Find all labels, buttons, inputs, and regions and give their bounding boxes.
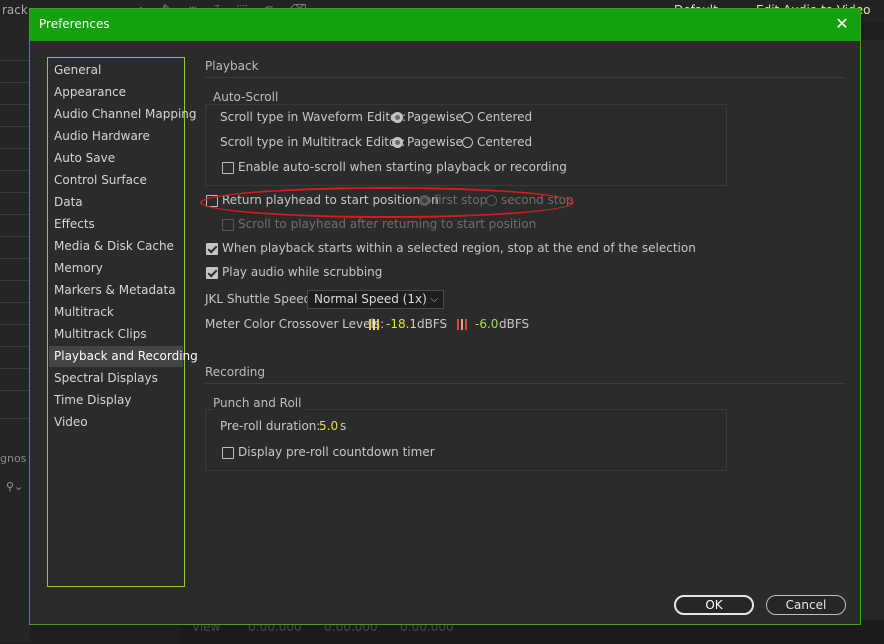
first-stop-radio[interactable] <box>419 195 430 206</box>
jkl-speed-label: JKL Shuttle Speed: <box>205 292 316 306</box>
enable-autoscroll-label[interactable]: Enable auto-scroll when starting playbac… <box>238 160 567 174</box>
enable-autoscroll-checkbox[interactable] <box>222 162 234 174</box>
jkl-speed-value: Normal Speed (1x) <box>314 292 427 306</box>
meter-red-value[interactable]: -6.0 <box>475 317 498 331</box>
meter-yellow-unit: dBFS <box>417 317 448 331</box>
play-audio-scrubbing-label[interactable]: Play audio while scrubbing <box>222 265 382 279</box>
multitrack-scroll-label: Scroll type in Multitrack Editor: <box>220 135 406 149</box>
second-stop-label[interactable]: second stop <box>501 193 574 207</box>
return-playhead-checkbox[interactable] <box>206 195 218 207</box>
panel-tab-label: rack <box>2 3 28 17</box>
waveform-pagewise-label[interactable]: Pagewise <box>407 110 463 124</box>
section-divider <box>205 383 845 384</box>
section-title-recording: Recording <box>205 365 266 379</box>
meter-yellow-value[interactable]: -18.1 <box>386 317 417 331</box>
scroll-to-playhead-checkbox[interactable] <box>222 219 234 231</box>
preroll-label: Pre-roll duration: <box>220 419 321 433</box>
autoscroll-group-label: Auto-Scroll <box>213 90 283 104</box>
waveform-scroll-label: Scroll type in Waveform Editor: <box>220 110 407 124</box>
stop-at-end-label[interactable]: When playback starts within a selected r… <box>222 241 696 255</box>
waveform-pagewise-radio[interactable] <box>392 112 403 123</box>
preroll-countdown-label[interactable]: Display pre-roll countdown timer <box>238 445 435 459</box>
preroll-value[interactable]: 5.0 <box>319 419 338 433</box>
search-icon[interactable]: ⚲⌄ <box>6 480 23 493</box>
section-divider <box>205 77 845 78</box>
punch-roll-group-label: Punch and Roll <box>213 396 306 410</box>
right-panel <box>862 40 884 630</box>
meter-yellow-icon <box>369 319 379 330</box>
return-playhead-label[interactable]: Return playhead to start position on <box>222 193 439 207</box>
waveform-centered-label[interactable]: Centered <box>477 110 532 124</box>
preroll-unit: s <box>340 419 347 433</box>
chevron-down-icon: ⌵ <box>430 294 438 305</box>
multitrack-centered-radio[interactable] <box>462 137 473 148</box>
left-panel: gnos ⚲⌄ <box>0 22 30 642</box>
multitrack-pagewise-label[interactable]: Pagewise <box>407 135 463 149</box>
second-stop-radio[interactable] <box>486 195 497 206</box>
multitrack-pagewise-radio[interactable] <box>392 137 403 148</box>
cancel-button[interactable]: Cancel <box>766 595 846 615</box>
stop-at-end-checkbox[interactable] <box>206 243 218 255</box>
preferences-dialog: Preferences ✕ General Appearance Audio C… <box>29 8 861 625</box>
meter-red-unit: dBFS <box>499 317 530 331</box>
scroll-to-playhead-label[interactable]: Scroll to playhead after returning to st… <box>238 217 536 231</box>
section-title-playback: Playback <box>205 59 259 73</box>
meter-red-icon <box>457 319 467 330</box>
multitrack-centered-label[interactable]: Centered <box>477 135 532 149</box>
diagnostics-tab[interactable]: gnos <box>0 452 26 465</box>
first-stop-label[interactable]: first stop <box>434 193 487 207</box>
preferences-content: Playback Auto-Scroll Scroll type in Wave… <box>30 9 862 626</box>
meter-crossover-label: Meter Color Crossover Levels: <box>205 317 385 331</box>
jkl-speed-select[interactable]: Normal Speed (1x) ⌵ <box>307 290 444 309</box>
waveform-centered-radio[interactable] <box>462 112 473 123</box>
play-audio-scrubbing-checkbox[interactable] <box>206 267 218 279</box>
ok-button[interactable]: OK <box>674 595 754 615</box>
preroll-countdown-checkbox[interactable] <box>222 447 234 459</box>
